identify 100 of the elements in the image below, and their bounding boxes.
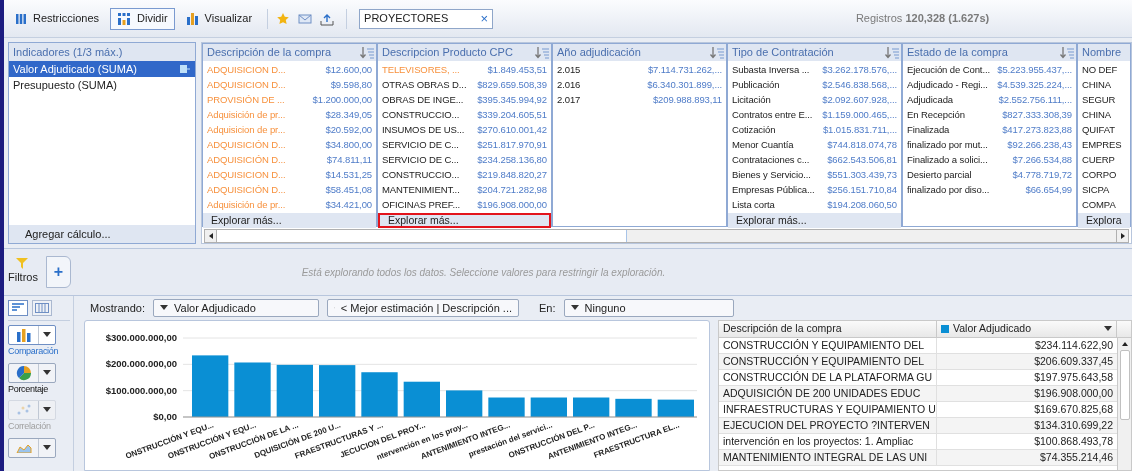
value-row[interactable]: Cotización $1.015.831.711,...: [728, 123, 901, 138]
value-row[interactable]: MANTENIMIENT... $204.721.282,98: [378, 183, 551, 198]
measure-dropdown[interactable]: Valor Adjudicado: [153, 299, 320, 317]
bar[interactable]: [573, 397, 610, 417]
right-arrow-icon[interactable]: [1120, 233, 1125, 239]
value-row[interactable]: SICPA: [1078, 183, 1130, 198]
value-row[interactable]: finalizado por mut... $92.266.238,43: [903, 138, 1076, 153]
list-view-button[interactable]: [8, 300, 28, 316]
value-row[interactable]: ADQUISICIÓN D... $34.800,00: [203, 138, 376, 153]
indicator-item[interactable]: Valor Adjudicado (SUMA): [9, 61, 195, 77]
value-row[interactable]: NO DEF: [1078, 63, 1130, 78]
table-view-button[interactable]: [32, 300, 52, 316]
filters-button[interactable]: Filtros: [8, 258, 38, 286]
value-row[interactable]: Adjudicado - Regi... $4.539.325.224,...: [903, 78, 1076, 93]
value-row[interactable]: finalizado por diso... $66.654,99: [903, 183, 1076, 198]
value-row[interactable]: OTRAS OBRAS D... $829.659.508,39: [378, 78, 551, 93]
bar[interactable]: [361, 372, 398, 417]
explore-more-button[interactable]: Explorar más...: [203, 213, 376, 228]
sort-icon[interactable]: [1060, 46, 1074, 59]
envelope-icon[interactable]: [298, 12, 313, 25]
explore-more-button[interactable]: Explorar más...: [728, 213, 901, 228]
value-row[interactable]: ADQUISICIÓN D... $58.451,08: [203, 183, 376, 198]
explore-more-button[interactable]: Explorar más...: [378, 213, 551, 228]
value-row[interactable]: Contratos entre E... $1.159.000.465,...: [728, 108, 901, 123]
value-row[interactable]: SEGUR: [1078, 93, 1130, 108]
bar[interactable]: [446, 390, 483, 417]
value-row[interactable]: Adjudicada $2.552.756.111,...: [903, 93, 1076, 108]
sort-icon[interactable]: [535, 46, 549, 59]
value-row[interactable]: CHINA: [1078, 108, 1130, 123]
horizontal-scrollbar[interactable]: [204, 229, 1129, 243]
value-row[interactable]: Empresas Pública... $256.151.710,84: [728, 183, 901, 198]
bar[interactable]: [488, 397, 525, 417]
series-dropdown[interactable]: Ninguno: [563, 299, 734, 317]
bar[interactable]: [276, 364, 313, 417]
value-row[interactable]: En Recepción $827.333.308,39: [903, 108, 1076, 123]
dimension-dropdown[interactable]: < Mejor estimación | Descripción ...: [327, 299, 520, 317]
value-row[interactable]: OBRAS DE INGE... $395.345.994,92: [378, 93, 551, 108]
chart-type-button[interactable]: [8, 437, 56, 458]
value-row[interactable]: CORPO: [1078, 168, 1130, 183]
sort-icon[interactable]: [360, 46, 374, 59]
add-calculation-button[interactable]: Agregar cálculo...: [9, 225, 195, 243]
value-row[interactable]: SERVICIO DE C... $251.817.970,91: [378, 138, 551, 153]
column-header[interactable]: Descripción de la compra: [719, 321, 937, 337]
value-row[interactable]: COMPA: [1078, 198, 1130, 213]
value-row[interactable]: Menor Cuantía $744.818.074,78: [728, 138, 901, 153]
value-row[interactable]: Adquisicion de pr... $20.592,00: [203, 123, 376, 138]
value-row[interactable]: Adquisición de pr... $34.421,00: [203, 198, 376, 213]
up-arrow-icon[interactable]: [1121, 342, 1128, 346]
toolbar-button[interactable]: Dividir: [110, 7, 175, 30]
value-row[interactable]: CUERP: [1078, 153, 1130, 168]
clear-button[interactable]: ×: [480, 12, 489, 25]
value-row[interactable]: PROVISIÓN DE ... $1.200.000,00: [203, 93, 376, 108]
bar[interactable]: [657, 399, 694, 417]
star-icon[interactable]: [276, 11, 291, 26]
value-row[interactable]: Licitación $2.092.607.928,...: [728, 93, 901, 108]
value-row[interactable]: Lista corta $194.208.060,50: [728, 198, 901, 213]
value-row[interactable]: OFICINAS PREF... $196.908.000,00: [378, 198, 551, 213]
value-row[interactable]: QUIFAT: [1078, 123, 1130, 138]
explore-more-button[interactable]: Explora: [1078, 213, 1130, 228]
value-row[interactable]: ADQUISICION D... $12.600,00: [203, 63, 376, 78]
value-row[interactable]: Finalizado a solici... $7.266.534,88: [903, 153, 1076, 168]
value-row[interactable]: 2.016 $6.340.301.899,...: [553, 78, 726, 93]
value-row[interactable]: Finalizada $417.273.823,88: [903, 123, 1076, 138]
value-row[interactable]: 2.015 $7.114.731.262,...: [553, 63, 726, 78]
indicator-item[interactable]: Presupuesto (SUMA): [9, 77, 195, 93]
value-row[interactable]: SERVICIO DE C... $234.258.136,80: [378, 153, 551, 168]
value-row[interactable]: ADQUISICION D... $14.531,25: [203, 168, 376, 183]
value-row[interactable]: Bienes y Servicio... $551.303.439,73: [728, 168, 901, 183]
left-arrow-icon[interactable]: [208, 233, 213, 239]
value-row[interactable]: ADQUISICION D... $9.598,80: [203, 78, 376, 93]
value-row[interactable]: 2.017 $209.988.893,11: [553, 93, 726, 108]
value-row[interactable]: Contrataciones c... $662.543.506,81: [728, 153, 901, 168]
value-row[interactable]: Desierto parcial $4.778.719,72: [903, 168, 1076, 183]
bar[interactable]: [319, 365, 356, 417]
sort-icon[interactable]: [710, 46, 724, 59]
sort-icon[interactable]: [885, 46, 899, 59]
chart-type-button[interactable]: [8, 362, 56, 383]
handle-icon[interactable]: [179, 63, 191, 75]
add-filter-button[interactable]: +: [45, 256, 71, 288]
vertical-scrollbar[interactable]: [1117, 338, 1131, 470]
value-row[interactable]: ADQUISICIÓN D... $74.811,11: [203, 153, 376, 168]
value-row[interactable]: TELEVISORES, ... $1.849.453,51: [378, 63, 551, 78]
bar[interactable]: [530, 397, 567, 417]
value-row[interactable]: Ejecución de Cont... $5.223.955.437,...: [903, 63, 1076, 78]
value-row[interactable]: CONSTRUCCIO... $219.848.820,27: [378, 168, 551, 183]
bar[interactable]: [234, 362, 271, 417]
value-row[interactable]: Adquisición de pr... $28.349,05: [203, 108, 376, 123]
value-row[interactable]: EMPRES: [1078, 138, 1130, 153]
value-row[interactable]: CHINA: [1078, 78, 1130, 93]
value-row[interactable]: CONSTRUCCIO... $339.204.605,51: [378, 108, 551, 123]
value-row[interactable]: Publicación $2.546.838.568,...: [728, 78, 901, 93]
toolbar-button[interactable]: Visualizar: [178, 7, 260, 30]
toolbar-button[interactable]: Restricciones: [8, 7, 107, 30]
value-row[interactable]: Subasta Inversa ... $3.262.178.576,...: [728, 63, 901, 78]
chart-type-button[interactable]: [8, 325, 56, 345]
value-row[interactable]: INSUMOS DE US... $270.610.001,42: [378, 123, 551, 138]
search-field[interactable]: PROYECTORES ×: [359, 8, 494, 29]
bar[interactable]: [192, 355, 229, 417]
column-header[interactable]: Valor Adjudicado: [937, 321, 1117, 337]
bar[interactable]: [403, 381, 440, 417]
